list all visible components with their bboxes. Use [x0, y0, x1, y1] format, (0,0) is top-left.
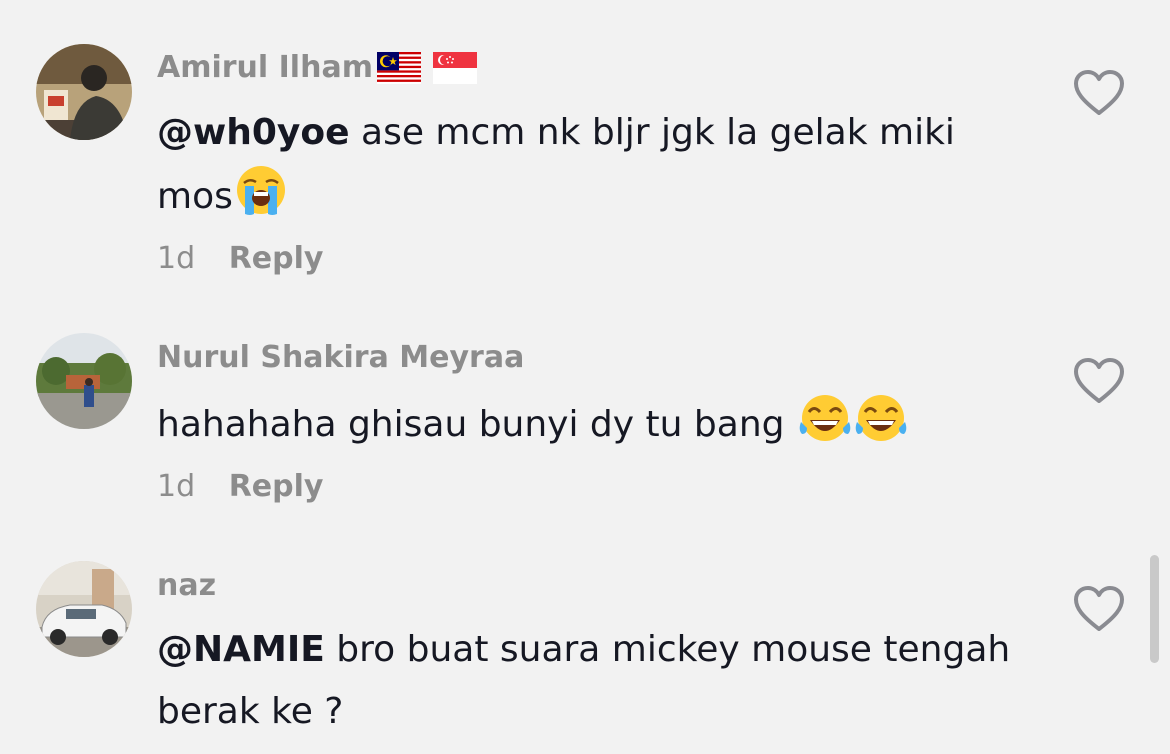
comments-panel: Amirul Ilham @wh0yoe ase mcm nk bljr jgk… — [0, 0, 1170, 754]
username-text: naz — [157, 568, 217, 603]
comment-text: @NAMIE bro buat suara mickey mouse tenga… — [157, 619, 1037, 743]
heart-icon — [1074, 586, 1124, 631]
mention-link[interactable]: @NAMIE — [157, 629, 325, 670]
avatar[interactable] — [36, 561, 132, 657]
comment-item: naz @NAMIE bro buat suara mickey mouse t… — [0, 0, 1170, 754]
scrollbar[interactable] — [1150, 555, 1159, 663]
like-button[interactable] — [1072, 584, 1126, 634]
username[interactable]: naz — [157, 568, 216, 603]
